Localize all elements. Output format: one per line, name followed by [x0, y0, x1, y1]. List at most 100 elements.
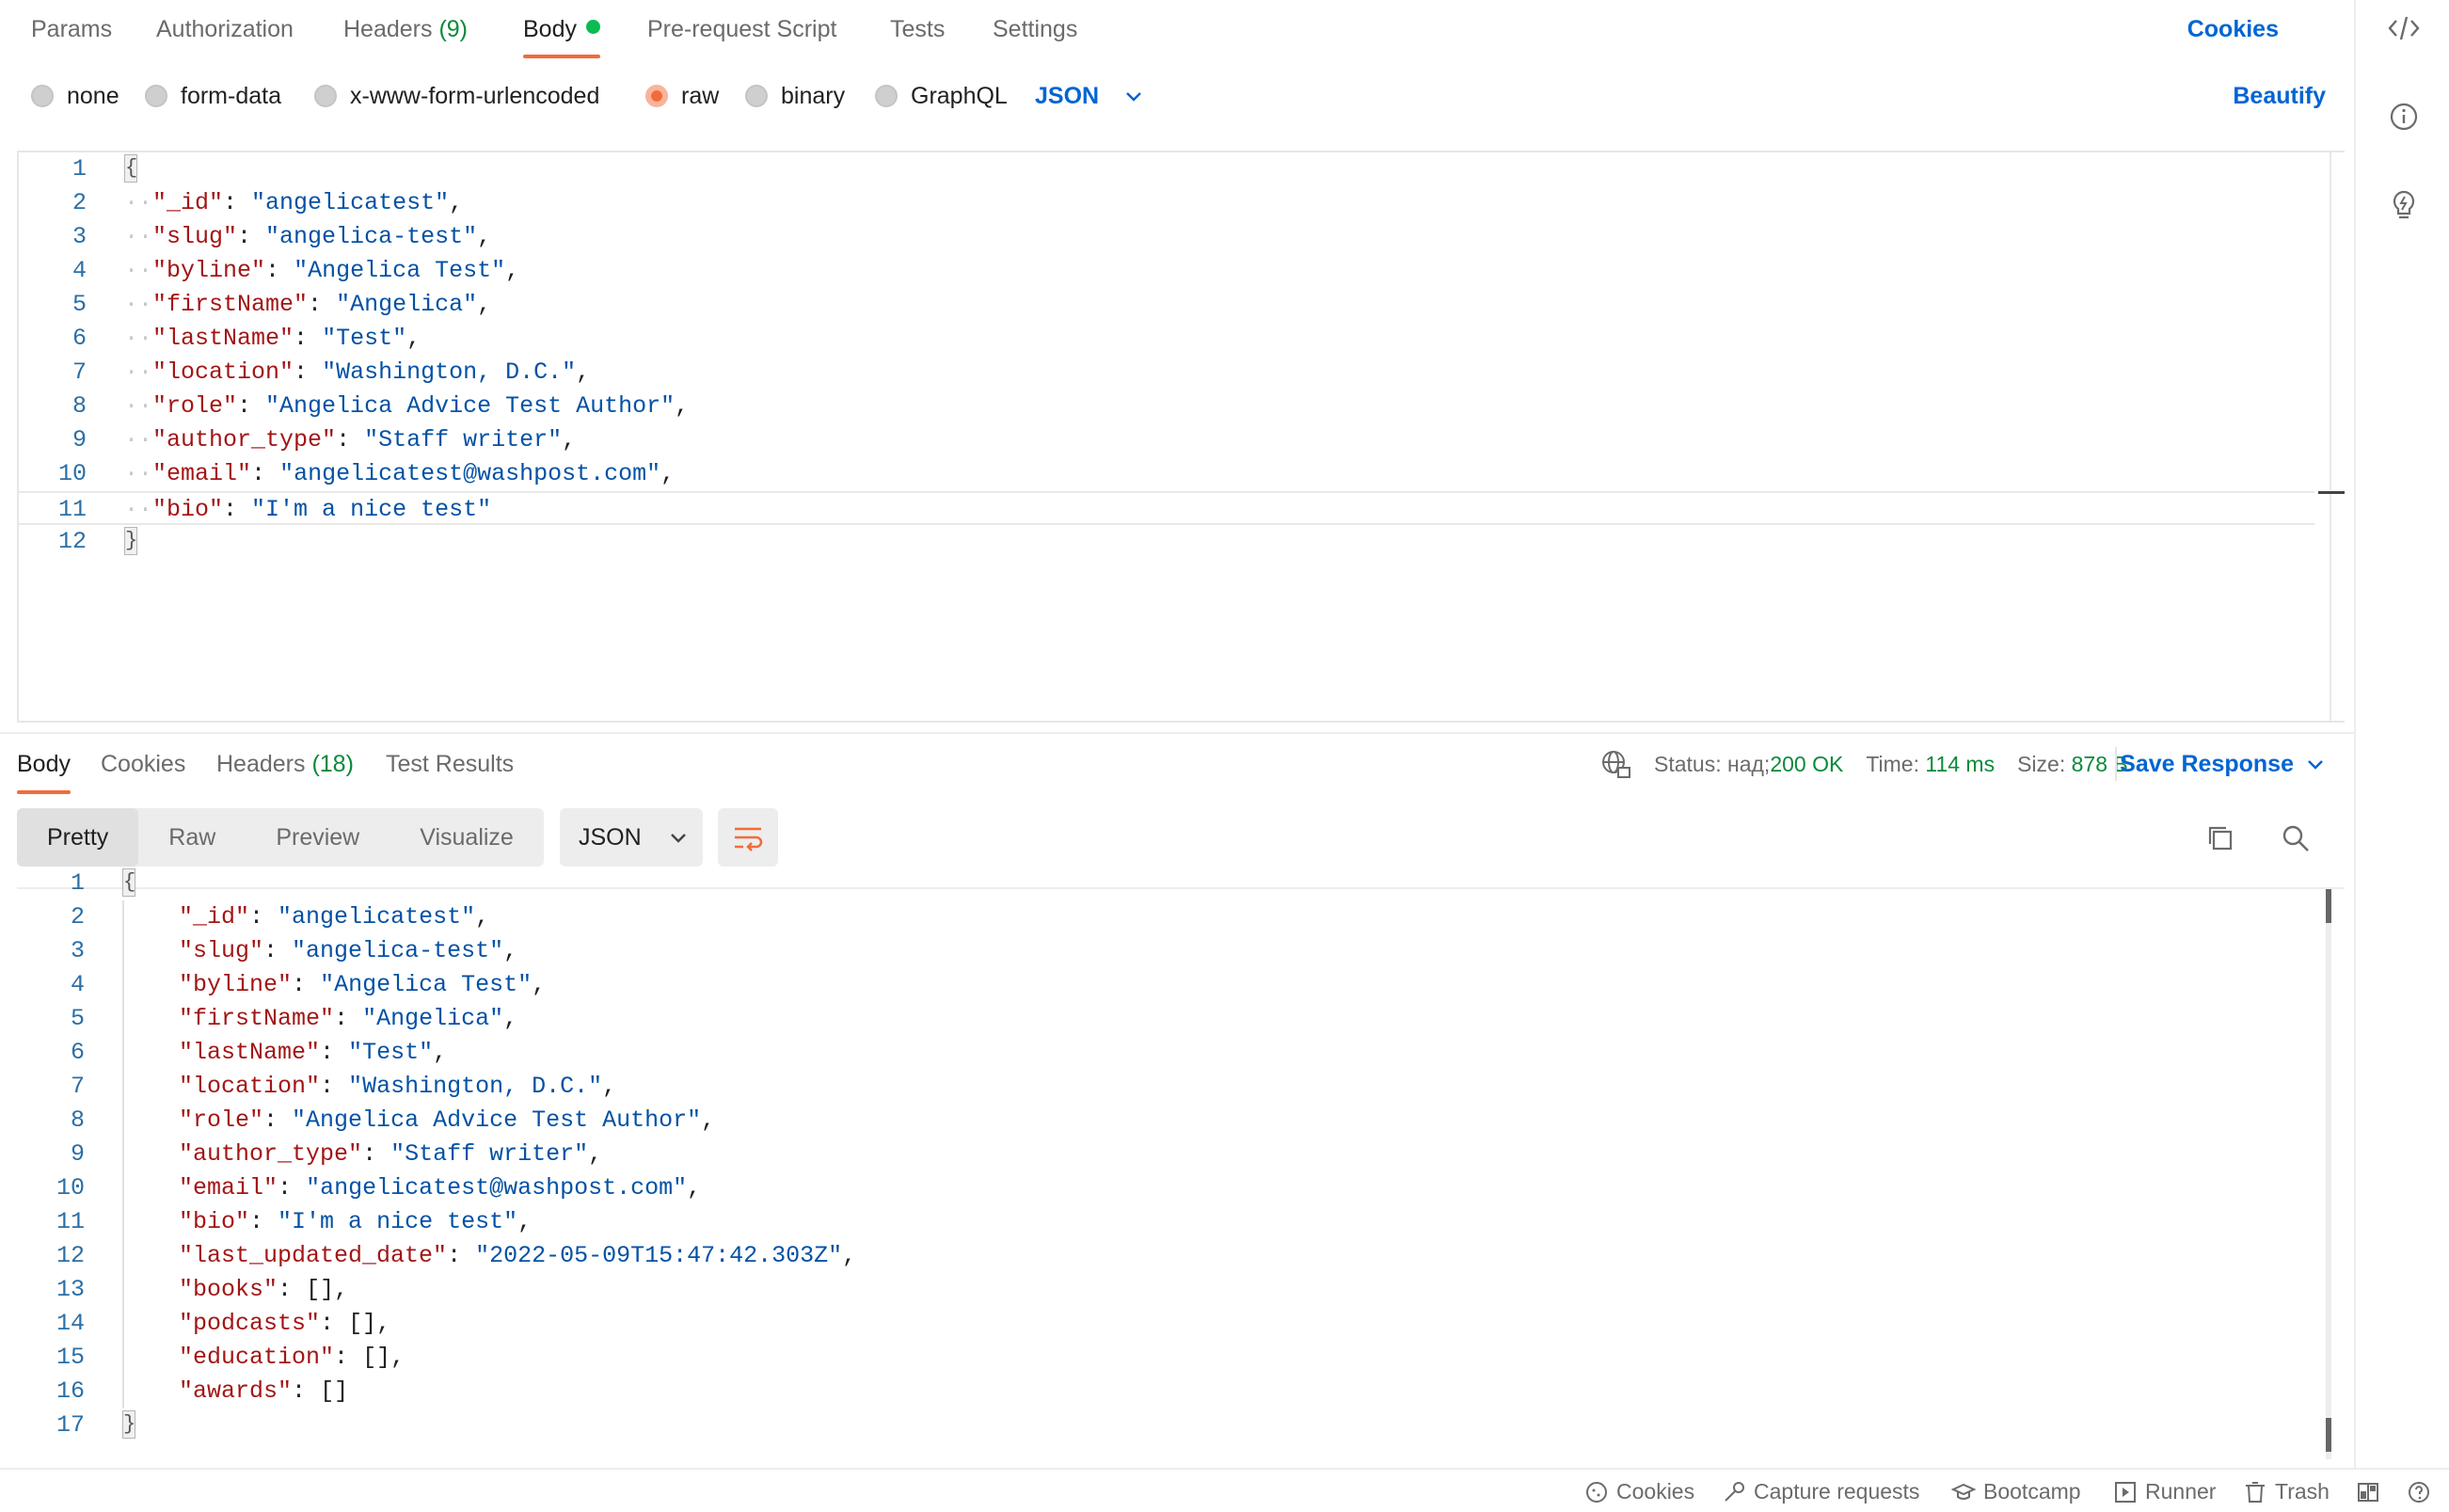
- code-line[interactable]: 17}: [17, 1409, 2313, 1442]
- scrollbar-thumb-top[interactable]: [2326, 889, 2331, 923]
- code-line[interactable]: 15 "education": [],: [17, 1341, 2313, 1375]
- radio-graphql[interactable]: GraphQL: [875, 68, 1008, 124]
- tab-tests[interactable]: Tests: [890, 0, 945, 58]
- code-content: "last_updated_date": "2022-05-09T15:47:4…: [179, 1242, 857, 1269]
- code-line[interactable]: 4 "byline": "Angelica Test",: [17, 968, 2313, 1002]
- footer-layout[interactable]: [2356, 1470, 2388, 1512]
- editor-scrollbar[interactable]: [2330, 152, 2331, 721]
- view-visualize[interactable]: Visualize: [390, 808, 544, 867]
- right-sidebar: [2354, 0, 2449, 1468]
- code-content: "firstName": "Angelica",: [179, 1005, 518, 1032]
- tab-params[interactable]: Params: [31, 0, 112, 58]
- wrap-lines-button[interactable]: [718, 808, 778, 867]
- radio-binary[interactable]: binary: [745, 68, 845, 124]
- code-line[interactable]: 2 "_id": "angelicatest",: [17, 900, 2313, 934]
- json-string: "angelicatest@washpost.com": [306, 1174, 688, 1202]
- response-format-dropdown[interactable]: JSON: [560, 808, 703, 867]
- code-line[interactable]: 9 ··"author_type": "Staff writer",: [19, 423, 2314, 457]
- code-line[interactable]: 12}: [19, 525, 2314, 559]
- beautify-button[interactable]: Beautify: [2233, 68, 2326, 124]
- view-raw[interactable]: Raw: [138, 808, 246, 867]
- search-icon: [2282, 825, 2309, 851]
- response-tab-test-results[interactable]: Test Results: [386, 734, 514, 794]
- footer-cookies[interactable]: Cookies: [1584, 1470, 1694, 1512]
- active-tab-underline: [523, 55, 600, 58]
- response-tab-body[interactable]: Body: [17, 734, 71, 794]
- code-line[interactable]: 7 "location": "Washington, D.C.",: [17, 1070, 2313, 1104]
- code-line[interactable]: 12 "last_updated_date": "2022-05-09T15:4…: [17, 1239, 2313, 1273]
- code-line[interactable]: 8 ··"role": "Angelica Advice Test Author"…: [19, 390, 2314, 423]
- code-content: "slug": "angelica-test",: [179, 937, 518, 964]
- tab-pre-request-script[interactable]: Pre-request Script: [647, 0, 836, 58]
- radio-form-data[interactable]: form-data: [145, 68, 281, 124]
- scrollbar-thumb-bottom[interactable]: [2326, 1418, 2331, 1452]
- json-array: []: [320, 1377, 349, 1405]
- footer-trash[interactable]: Trash: [2243, 1470, 2330, 1512]
- code-line[interactable]: 6 ··"lastName": "Test",: [19, 322, 2314, 356]
- footer-bootcamp[interactable]: Bootcamp: [1951, 1470, 2081, 1512]
- view-pretty[interactable]: Pretty: [17, 808, 139, 867]
- globe-lock-icon[interactable]: [1599, 748, 1631, 780]
- code-line[interactable]: 8 "role": "Angelica Advice Test Author",: [17, 1104, 2313, 1138]
- code-line[interactable]: 3 "slug": "angelica-test",: [17, 934, 2313, 968]
- code-content: ··"author_type": "Staff writer",: [124, 426, 577, 454]
- search-button[interactable]: [2275, 818, 2316, 859]
- related-collections-button[interactable]: [2356, 177, 2449, 233]
- code-snippet-button[interactable]: [2356, 0, 2449, 56]
- status-label: Status:: [1654, 751, 1722, 776]
- radio-raw[interactable]: raw: [645, 68, 719, 124]
- code-line[interactable]: 5 "firstName": "Angelica",: [17, 1002, 2313, 1036]
- copy-button[interactable]: [2200, 818, 2241, 859]
- code-line[interactable]: 2 ··"_id": "angelicatest",: [19, 186, 2314, 220]
- status-value[interactable]: 200 OK: [1770, 752, 1843, 777]
- code-line[interactable]: 1{: [17, 867, 2313, 900]
- request-body-editor[interactable]: 1{2 ··"_id": "angelicatest", 3 ··"slug": "a…: [17, 151, 2345, 723]
- code-line[interactable]: 7 ··"location": "Washington, D.C.",: [19, 356, 2314, 390]
- line-number: 5: [70, 1005, 85, 1032]
- code-line[interactable]: 5 ··"firstName": "Angelica",: [19, 288, 2314, 322]
- code-line[interactable]: 4 ··"byline": "Angelica Test",: [19, 254, 2314, 288]
- footer-help[interactable]: [2407, 1470, 2439, 1512]
- json-key: "email": [179, 1174, 278, 1202]
- code-content: ··"role": "Angelica Advice Test Author",: [124, 392, 690, 420]
- brace: }: [124, 527, 137, 556]
- view-preview[interactable]: Preview: [246, 808, 390, 867]
- response-tab-cookies[interactable]: Cookies: [101, 734, 185, 794]
- json-key: "_id": [152, 189, 224, 216]
- code-line[interactable]: 11 "bio": "I'm a nice test",: [17, 1205, 2313, 1239]
- radio-x-www-form-urlencoded[interactable]: x-www-form-urlencoded: [314, 68, 599, 124]
- cookies-link[interactable]: Cookies: [2187, 0, 2279, 58]
- code-line[interactable]: 6 "lastName": "Test",: [17, 1036, 2313, 1070]
- footer-runner[interactable]: Runner: [2113, 1470, 2216, 1512]
- code-line[interactable]: 16 "awards": []: [17, 1375, 2313, 1409]
- layout-icon: [2358, 1482, 2378, 1502]
- save-response-button[interactable]: Save Response: [2120, 734, 2326, 794]
- code-line[interactable]: 1{: [19, 152, 2314, 186]
- json-punct: ,: [475, 903, 490, 931]
- cookie-icon: [1586, 1481, 1607, 1503]
- footer-capture-requests[interactable]: Capture requests: [1722, 1470, 1919, 1512]
- code-line[interactable]: 3 ··"slug": "angelica-test",: [19, 220, 2314, 254]
- line-number: 4: [72, 257, 87, 284]
- response-tab-headers[interactable]: Headers (18): [216, 734, 354, 794]
- tab-settings[interactable]: Settings: [993, 0, 1077, 58]
- response-scrollbar[interactable]: [2326, 889, 2331, 1459]
- code-line[interactable]: 10 ··"email": "angelicatest@washpost.com"…: [19, 457, 2314, 491]
- code-line[interactable]: 13 "books": [],: [17, 1273, 2313, 1307]
- line-number: 8: [70, 1106, 85, 1134]
- code-line[interactable]: 11 ··"bio": "I'm a nice test": [19, 491, 2314, 525]
- tab-headers[interactable]: Headers (9): [343, 0, 468, 58]
- info-button[interactable]: [2356, 88, 2449, 145]
- time-value[interactable]: 114 ms: [1925, 752, 1995, 777]
- json-punct: ,: [503, 937, 518, 964]
- json-key: "email": [152, 460, 252, 487]
- radio-none[interactable]: none: [31, 68, 119, 124]
- code-line[interactable]: 14 "podcasts": [],: [17, 1307, 2313, 1341]
- tab-body[interactable]: Body: [523, 0, 600, 58]
- response-body-viewer[interactable]: 1{2 "_id": "angelicatest", 3 "slug": "ang…: [17, 868, 2345, 1461]
- tab-authorization[interactable]: Authorization: [156, 0, 294, 58]
- code-line[interactable]: 9 "author_type": "Staff writer",: [17, 1138, 2313, 1171]
- body-format-dropdown[interactable]: JSON: [1035, 68, 1144, 124]
- code-line[interactable]: 10 "email": "angelicatest@washpost.com",: [17, 1171, 2313, 1205]
- json-string: "Washington, D.C.": [322, 358, 577, 386]
